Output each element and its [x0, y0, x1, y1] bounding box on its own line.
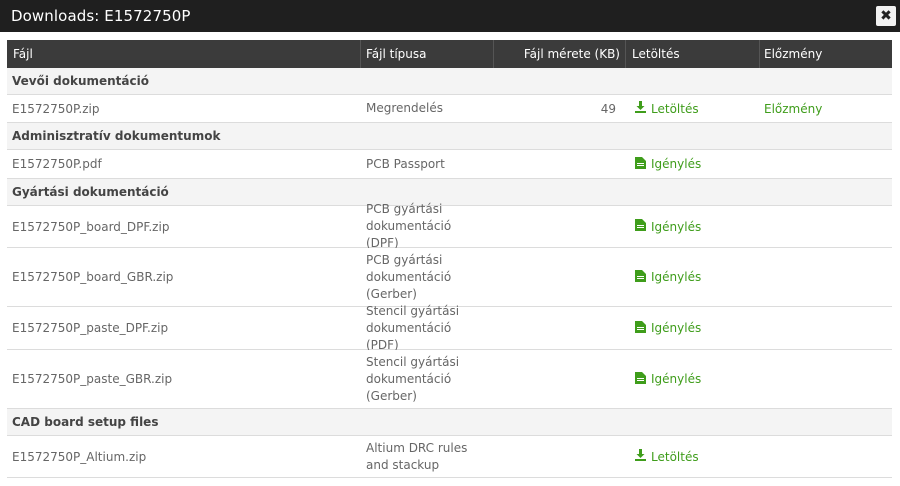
file-type-label: Stencil gyártási dokumentáció (PDF)	[366, 303, 460, 352]
file-type: Stencil gyártási dokumentáció (Gerber)	[366, 350, 496, 408]
request-link[interactable]: Igénylés	[635, 219, 701, 234]
col-header-history[interactable]: Előzmény	[764, 40, 822, 68]
section-header: CAD board setup files	[7, 409, 892, 436]
history-link[interactable]: Előzmény	[764, 102, 822, 116]
file-type: PCB Passport	[366, 150, 496, 178]
file-type-label: Megrendelés	[366, 101, 443, 115]
col-header-file[interactable]: Fájl	[13, 40, 33, 68]
table-header: Fájl Fájl típusa Fájl mérete (KB) Letölt…	[7, 40, 892, 68]
action-label: Letöltés	[651, 101, 699, 116]
request-link[interactable]: Igénylés	[635, 269, 702, 285]
download-link[interactable]: Letöltés	[635, 101, 699, 116]
download-link[interactable]: Letöltés	[635, 449, 699, 464]
history-cell: Előzmény	[764, 95, 884, 122]
file-size: 49	[600, 101, 616, 116]
close-icon[interactable]: ✖	[876, 6, 896, 26]
column-divider	[493, 40, 494, 68]
document-icon	[635, 219, 646, 234]
action-label: Igénylés	[651, 219, 702, 234]
file-size	[497, 350, 616, 408]
window-title: Downloads: E1572750P	[11, 7, 191, 25]
file-size	[497, 150, 616, 178]
document-icon	[635, 269, 646, 285]
file-size	[497, 436, 616, 477]
action-cell: Igénylés	[635, 350, 755, 408]
request-link[interactable]: Igénylés	[635, 371, 702, 387]
file-type: PCB gyártási dokumentáció (Gerber)	[366, 248, 496, 306]
table-row: E1572750P_board_DPF.zip PCB gyártási doku…	[7, 202, 892, 250]
file-type-label: PCB Passport	[366, 156, 445, 171]
section-header: Vevői dokumentáció	[7, 68, 892, 95]
action-cell: Igénylés	[635, 150, 755, 178]
action-cell: Igénylés	[635, 248, 755, 306]
table-row: E1572750P_Altium.zip Altium DRC rules and…	[7, 436, 892, 478]
downloads-table: Fájl Fájl típusa Fájl mérete (KB) Letölt…	[7, 40, 892, 478]
file-type: Megrendelés	[366, 95, 496, 122]
file-size	[497, 307, 616, 349]
file-name: E1572750P_paste_DPF.zip	[12, 321, 169, 335]
document-icon	[635, 320, 646, 336]
document-icon	[635, 371, 646, 387]
file-type: Stencil gyártási dokumentáció (PDF)	[366, 304, 496, 352]
file-name: E1572750P_Altium.zip	[12, 449, 147, 464]
table-row: E1572750P_paste_DPF.zip Stencil gyártási …	[7, 304, 892, 352]
action-cell: Letöltés	[635, 436, 755, 477]
file-name: E1572750P.pdf	[12, 157, 102, 171]
action-label: Igénylés	[651, 372, 702, 386]
file-name: E1572750P_paste_GBR.zip	[12, 372, 173, 386]
file-type-label: Stencil gyártási dokumentáció (Gerber)	[366, 354, 460, 403]
file-type: PCB gyártási dokumentáció (DPF)	[366, 202, 496, 250]
table-row: E1572750P_board_GBR.zip PCB gyártási doku…	[7, 248, 892, 307]
file-type: Altium DRC rules and stackup	[366, 436, 496, 477]
window-titlebar: Downloads: E1572750P ✖	[0, 0, 900, 32]
action-label: Igénylés	[651, 321, 702, 335]
action-label: Letöltés	[651, 449, 699, 464]
table-row: E1572750P.pdf PCB Passport Igénylés	[7, 150, 892, 179]
file-type-label: PCB gyártási dokumentáció (Gerber)	[366, 252, 452, 301]
action-label: Igénylés	[651, 270, 702, 284]
table-body: Vevői dokumentáció E1572750P.zip Megrendel…	[7, 68, 892, 478]
column-divider	[625, 40, 626, 68]
file-name: E1572750P_board_GBR.zip	[12, 270, 174, 284]
file-size	[497, 248, 616, 306]
col-header-download[interactable]: Letöltés	[632, 40, 680, 68]
file-type-label: Altium DRC rules and stackup	[366, 440, 468, 472]
file-name: E1572750P_board_DPF.zip	[12, 219, 170, 234]
file-type-label: PCB gyártási dokumentáció (DPF)	[366, 202, 452, 250]
col-header-size[interactable]: Fájl mérete (KB)	[497, 40, 620, 68]
request-link[interactable]: Igénylés	[635, 320, 702, 336]
table-row: E1572750P.zip Megrendelés 49 Letöltés Előzmé…	[7, 95, 892, 123]
column-divider	[360, 40, 361, 68]
document-icon	[635, 156, 646, 172]
table-row: E1572750P_paste_GBR.zip Stencil gyártási …	[7, 350, 892, 409]
file-name: E1572750P.zip	[12, 101, 100, 116]
section-header: Adminisztratív dokumentumok	[7, 123, 892, 150]
download-icon	[635, 449, 646, 464]
action-label: Igénylés	[651, 157, 702, 171]
col-header-type[interactable]: Fájl típusa	[366, 40, 427, 68]
action-cell: Letöltés	[635, 95, 755, 122]
column-divider	[759, 40, 760, 68]
download-icon	[635, 101, 646, 116]
file-size	[497, 206, 616, 247]
action-cell: Igénylés	[635, 206, 755, 247]
action-cell: Igénylés	[635, 307, 755, 349]
request-link[interactable]: Igénylés	[635, 156, 702, 172]
